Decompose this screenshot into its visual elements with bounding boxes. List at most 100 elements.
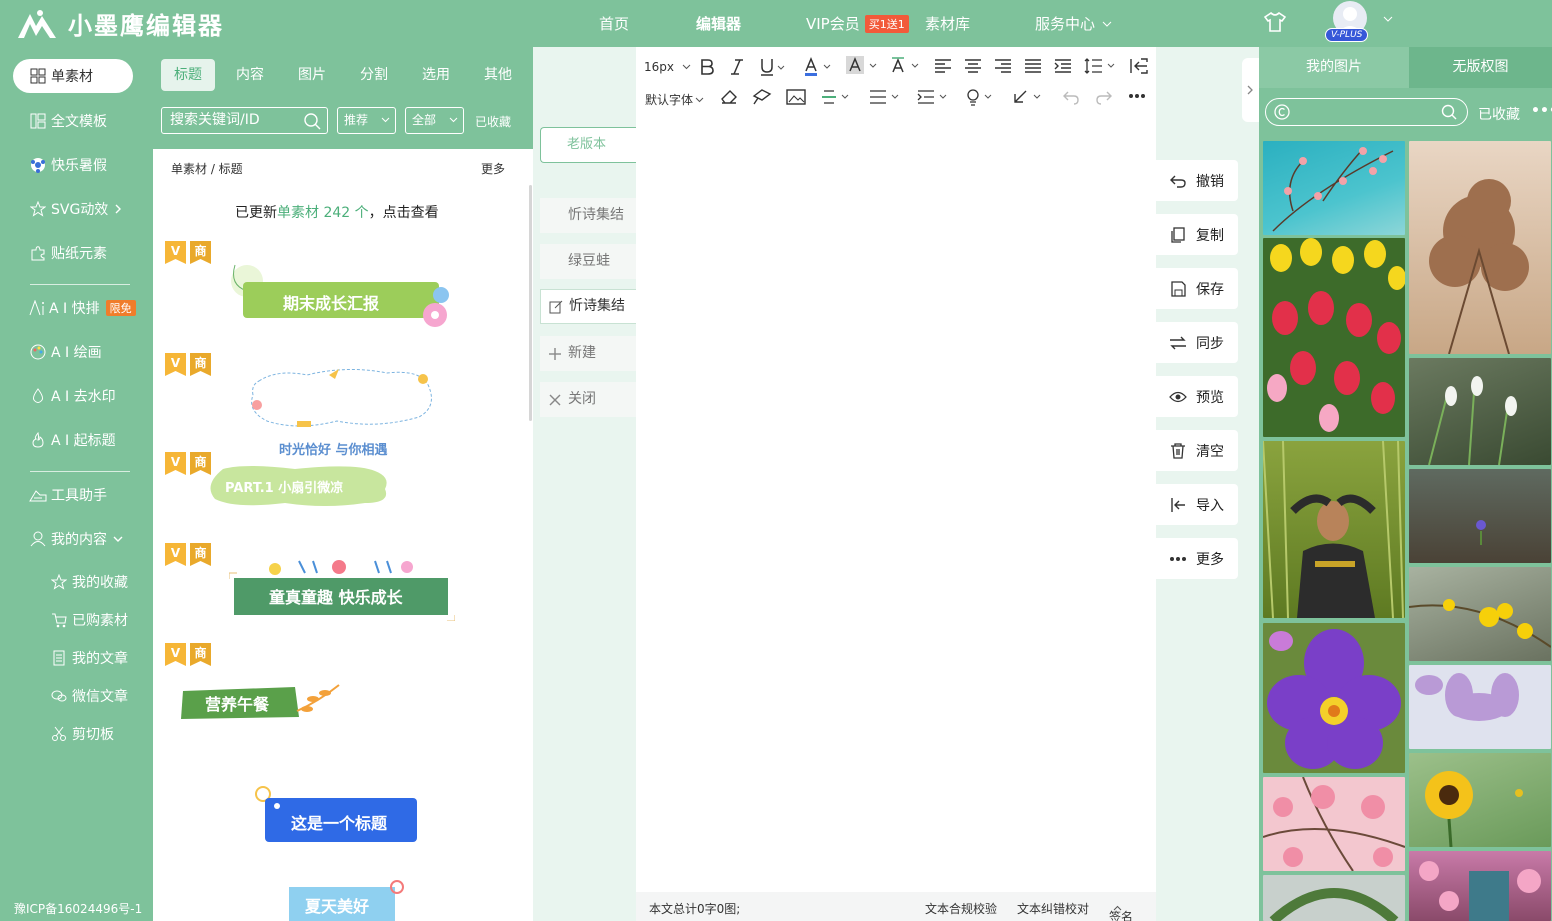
image-thumbnail[interactable]	[1263, 238, 1405, 437]
more-dots-icon[interactable]	[1128, 93, 1146, 99]
sidebar-sub-purchased[interactable]: 已购素材	[50, 610, 128, 630]
title-sample-7[interactable]: 夏天美好	[281, 879, 411, 921]
sidebar-item-ai-paint[interactable]: A I 绘画	[13, 335, 133, 369]
sidebar-item-ai-title[interactable]: A I 起标题	[13, 423, 133, 457]
image-icon[interactable]	[786, 88, 806, 106]
more-link[interactable]: 更多	[481, 160, 505, 177]
tab-other[interactable]: 其他	[471, 59, 525, 91]
indent-both-icon[interactable]	[916, 88, 950, 106]
preview-button[interactable]: 预览	[1156, 376, 1238, 417]
sidebar-item-tools[interactable]: 工具助手	[13, 478, 133, 512]
tab-content[interactable]: 内容	[223, 59, 277, 91]
article-item[interactable]: 忻诗集结	[540, 198, 636, 233]
sidebar-item-summer[interactable]: 快乐暑假	[13, 148, 133, 182]
italic-icon[interactable]	[730, 58, 744, 76]
sidebar-item-template[interactable]: 全文模板	[13, 104, 133, 138]
sidebar-item-ai-layout[interactable]: A I 快排 限免	[13, 291, 136, 325]
image-thumbnail[interactable]	[1263, 441, 1405, 618]
old-version-button[interactable]: 老版本	[540, 127, 636, 163]
sidebar-item-my-content[interactable]: 我的内容	[13, 522, 133, 556]
underline-icon[interactable]	[760, 58, 786, 76]
bold-icon[interactable]	[700, 58, 714, 76]
format-brush-icon[interactable]	[752, 88, 772, 106]
sidebar-sub-wechat[interactable]: 微信文章	[50, 686, 128, 706]
arrow-icon[interactable]	[1012, 88, 1044, 106]
image-favorites[interactable]: 已收藏	[1478, 104, 1520, 124]
title-sample-2[interactable]: 时光恰好 与你相遇	[247, 365, 437, 458]
divider-icon[interactable]	[820, 88, 852, 106]
image-thumbnail[interactable]	[1409, 851, 1551, 921]
spacing-icon[interactable]	[868, 88, 902, 106]
save-button[interactable]: 保存	[1156, 268, 1238, 309]
sidebar-item-sticker[interactable]: 贴纸元素	[13, 236, 133, 270]
image-thumbnail[interactable]	[1263, 141, 1405, 235]
title-sample-4[interactable]: 童真童趣 快乐成长	[229, 557, 455, 621]
import-button[interactable]: 导入	[1156, 484, 1238, 525]
image-thumbnail[interactable]	[1409, 753, 1551, 847]
tab-selected[interactable]: 选用	[409, 59, 463, 91]
search-icon[interactable]	[303, 112, 321, 130]
new-article-button[interactable]: 新建	[540, 336, 636, 371]
align-left-icon[interactable]	[934, 58, 952, 74]
align-center-icon[interactable]	[964, 58, 982, 74]
line-height-icon[interactable]	[1084, 57, 1118, 75]
sidebar-item-ai-watermark[interactable]: A I 去水印	[13, 379, 133, 413]
tab-image[interactable]: 图片	[285, 59, 339, 91]
bulb-icon[interactable]	[964, 88, 996, 106]
title-sample-5[interactable]: 营养午餐	[179, 681, 343, 721]
tab-copyright-free[interactable]: 无版权图	[1409, 47, 1552, 88]
sidebar-item-svg[interactable]: SVG动效	[13, 192, 133, 226]
tshirt-icon[interactable]	[1264, 12, 1286, 32]
logo[interactable]: 小墨鹰编辑器	[16, 6, 224, 41]
favorites-filter[interactable]: 已收藏	[475, 113, 511, 130]
filter-select[interactable]: 全部	[405, 107, 464, 134]
image-menu-dots[interactable]: •••	[1531, 103, 1552, 119]
align-justify-icon[interactable]	[1024, 58, 1042, 74]
sort-select[interactable]: 推荐	[337, 107, 396, 134]
chevron-down-icon[interactable]	[1383, 16, 1393, 22]
text-effect-icon[interactable]	[890, 56, 924, 76]
image-thumbnail[interactable]	[1409, 141, 1551, 354]
sync-button[interactable]: 同步	[1156, 322, 1238, 363]
scrollbar[interactable]	[529, 185, 532, 421]
image-thumbnail[interactable]	[1263, 623, 1405, 773]
more-button[interactable]: 更多	[1156, 538, 1238, 579]
image-thumbnail[interactable]	[1409, 567, 1551, 661]
editor-content-area[interactable]	[636, 117, 1156, 889]
article-item[interactable]: 绿豆蛙	[540, 244, 636, 279]
typo-check-button[interactable]: 文本纠错校对	[1017, 900, 1089, 917]
title-sample-6[interactable]: 这是一个标题	[251, 784, 421, 844]
signature-button[interactable]: 签名	[1109, 900, 1133, 921]
nav-service[interactable]: 服务中心	[1035, 13, 1112, 34]
title-sample-3[interactable]: PART.1 小扇引微凉	[205, 465, 391, 507]
font-family-select[interactable]: 默认字体	[645, 91, 704, 108]
image-thumbnail[interactable]	[1263, 777, 1405, 871]
undo-button[interactable]: 撤销	[1156, 160, 1238, 201]
nav-home[interactable]: 首页	[599, 13, 629, 34]
close-article-button[interactable]: 关闭	[540, 382, 636, 417]
align-right-icon[interactable]	[994, 58, 1012, 74]
redo-icon[interactable]	[1095, 88, 1113, 106]
title-sample-1[interactable]: 期末成长汇报	[227, 255, 457, 335]
image-thumbnail[interactable]	[1409, 358, 1551, 465]
eraser-icon[interactable]	[720, 89, 738, 105]
article-item-active[interactable]: 忻诗集结	[540, 289, 636, 324]
tab-divider[interactable]: 分割	[347, 59, 401, 91]
collapse-panel-button[interactable]	[1242, 58, 1259, 122]
image-thumbnail[interactable]	[1263, 875, 1405, 921]
sidebar-item-single-material[interactable]: 单素材	[13, 59, 133, 93]
copy-button[interactable]: 复制	[1156, 214, 1238, 255]
image-thumbnail[interactable]	[1409, 469, 1551, 563]
update-notice[interactable]: 已更新单素材 242 个，点击查看	[235, 202, 439, 222]
sidebar-sub-favorites[interactable]: 我的收藏	[50, 572, 128, 592]
tab-my-images[interactable]: 我的图片	[1259, 47, 1409, 88]
clear-button[interactable]: 清空	[1156, 430, 1238, 471]
font-color-icon[interactable]	[804, 57, 834, 77]
tab-title[interactable]: 标题	[161, 59, 215, 91]
search-icon[interactable]	[1441, 104, 1457, 120]
indent-icon[interactable]	[1054, 58, 1072, 74]
image-thumbnail[interactable]	[1409, 665, 1551, 749]
nav-materials[interactable]: 素材库	[925, 13, 970, 34]
background-color-icon[interactable]	[846, 56, 880, 76]
compliance-check-button[interactable]: 文本合规校验	[925, 900, 997, 917]
